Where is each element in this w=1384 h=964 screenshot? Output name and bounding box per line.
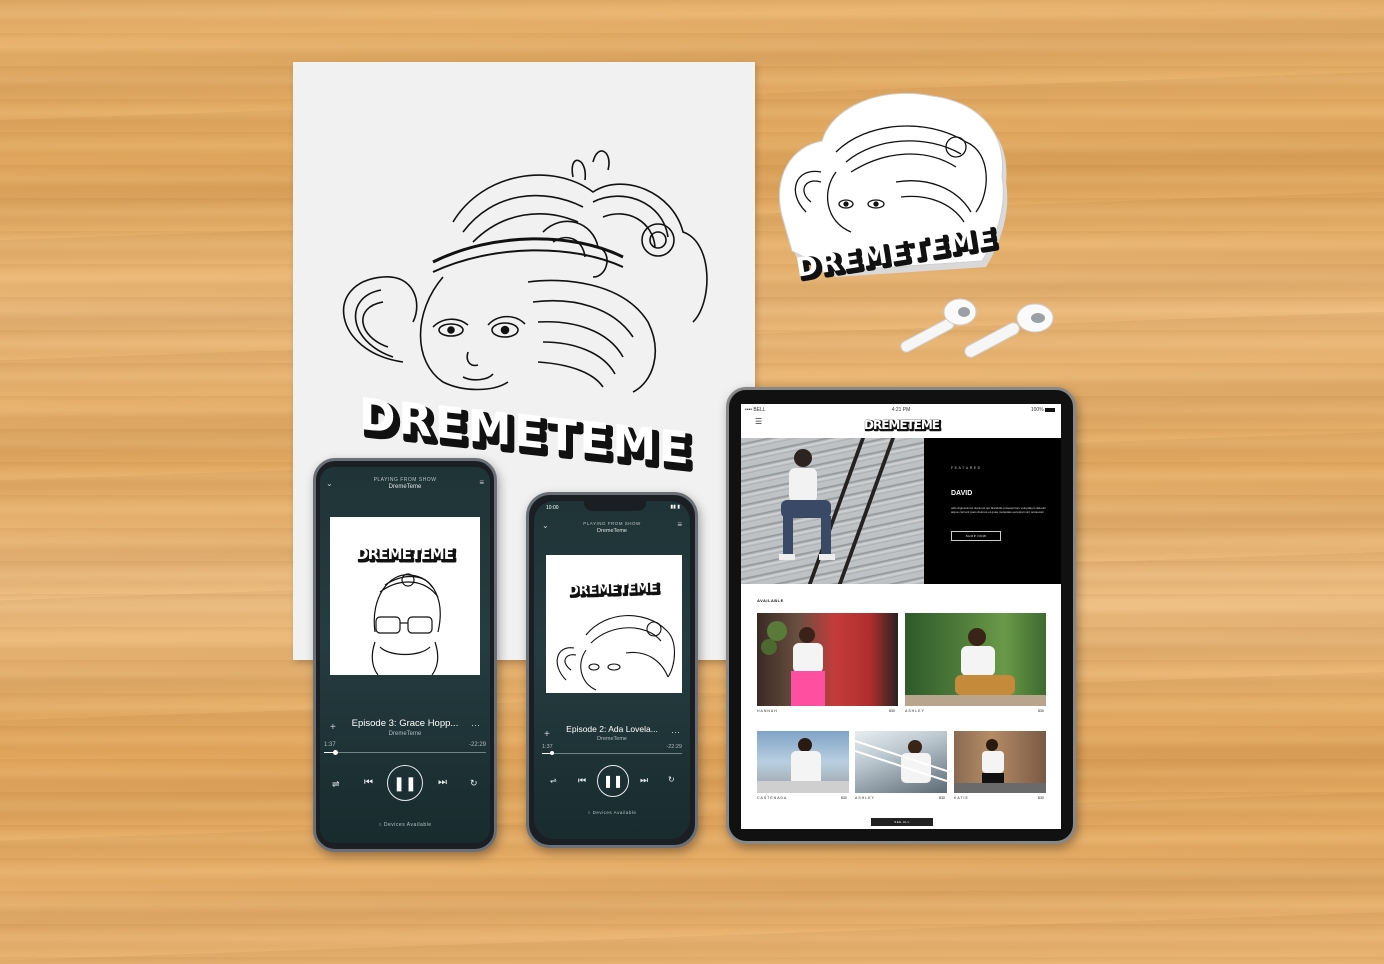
elapsed-time: 1:37 bbox=[542, 744, 553, 750]
product-photo[interactable] bbox=[854, 731, 948, 793]
site-logo[interactable]: DREMETEME DREMETEME bbox=[856, 416, 946, 434]
featured-blurb: odio dignissimos ducimus qui blanditiis … bbox=[951, 506, 1046, 515]
elapsed-time: 1:37 bbox=[324, 742, 336, 748]
queue-icon[interactable]: ≡ bbox=[677, 520, 682, 529]
progress-track[interactable] bbox=[542, 753, 682, 754]
sticker: DREMETEME DREMETEME bbox=[776, 92, 1012, 289]
progress-knob[interactable] bbox=[550, 751, 554, 755]
devices-label[interactable]: ○ Devices Available bbox=[320, 822, 490, 828]
battery-icon bbox=[1045, 407, 1055, 412]
queue-icon[interactable]: ≡ bbox=[479, 478, 484, 487]
featured-photo[interactable] bbox=[741, 438, 924, 584]
product-name: CASTENADA bbox=[757, 796, 788, 800]
product-price: $30 bbox=[841, 796, 847, 800]
show-name: DremeTeme bbox=[597, 528, 627, 534]
playing-from-label: PLAYING FROM SHOW bbox=[373, 477, 437, 483]
album-logo-text: DREMETEME bbox=[356, 545, 454, 563]
more-icon[interactable]: ⋯ bbox=[471, 720, 480, 731]
previous-icon[interactable]: ⏮ bbox=[364, 778, 373, 788]
album-art: DREMETEME DREMETEME bbox=[546, 555, 682, 693]
product-price: $30 bbox=[939, 796, 945, 800]
next-icon[interactable]: ⏭ bbox=[438, 778, 447, 788]
airpods bbox=[890, 290, 1060, 370]
menu-icon[interactable]: ☰ bbox=[755, 417, 762, 426]
shop-now-label: SHOP NOW bbox=[965, 534, 987, 538]
playing-from-label: PLAYING FROM SHOW bbox=[583, 521, 641, 526]
product-price: $30 bbox=[889, 709, 895, 713]
airpods-illustration bbox=[900, 298, 1054, 358]
featured-panel: FEATURED DAVID odio dignissimos ducimus … bbox=[924, 438, 1061, 584]
android-phone: ⌄ PLAYING FROM SHOW DremeTeme ≡ DREMETEM… bbox=[313, 458, 497, 852]
sticker-illustration: DREMETEME DREMETEME bbox=[778, 92, 1008, 289]
episode-title: Episode 3: Grace Hopp... bbox=[351, 718, 459, 729]
shuffle-icon[interactable]: ⇌ bbox=[332, 779, 340, 789]
episode-title: Episode 2: Ada Lovela... bbox=[566, 724, 658, 734]
ipad: •••• BELL 4:21 PM 100% ☰ DREMETEME DREME… bbox=[726, 387, 1076, 844]
see-all-label: SEE ALL bbox=[894, 820, 910, 824]
see-all-button[interactable]: SEE ALL bbox=[871, 818, 933, 826]
site-logo-text: DREMETEME bbox=[864, 418, 940, 432]
devices-text: Devices Available bbox=[592, 810, 637, 815]
album-art: DREMETEME DREMETEME bbox=[330, 517, 480, 676]
next-icon[interactable]: ⏭ bbox=[640, 775, 648, 785]
status-time: 4:21 PM bbox=[891, 407, 911, 413]
shop-screen: •••• BELL 4:21 PM 100% ☰ DREMETEME DREME… bbox=[741, 404, 1061, 829]
repeat-icon[interactable]: ↻ bbox=[668, 775, 675, 785]
pause-button[interactable]: ❚❚ bbox=[387, 765, 423, 801]
status-battery: 100% bbox=[1031, 407, 1055, 413]
featured-label: FEATURED bbox=[951, 466, 982, 470]
product-name: KATIE bbox=[954, 796, 969, 800]
devices-icon: ○ bbox=[378, 822, 383, 828]
player-screen: ⌄ PLAYING FROM SHOW DremeTeme ≡ DREMETEM… bbox=[320, 467, 490, 843]
product-name: ASHLEY bbox=[905, 709, 925, 713]
shuffle-icon[interactable]: ⇌ bbox=[550, 776, 557, 786]
battery-text: 100% bbox=[1030, 407, 1044, 413]
more-icon[interactable]: ⋯ bbox=[671, 727, 680, 738]
pause-icon: ❚❚ bbox=[393, 774, 417, 791]
remaining-time: -22:29 bbox=[666, 744, 682, 750]
iphone: 10:00 ▮▮ ▮ ⌄ PLAYING FROM SHOW DremeTeme… bbox=[526, 492, 698, 848]
status-time: 10:00 bbox=[546, 505, 559, 511]
progress-knob[interactable] bbox=[333, 750, 338, 755]
devices-text: Devices Available bbox=[383, 822, 432, 828]
product-photo[interactable] bbox=[757, 613, 898, 706]
devices-label[interactable]: ○ Devices Available bbox=[534, 810, 690, 815]
show-name: DremeTeme bbox=[388, 484, 422, 490]
album-logo-text: DREMETEME bbox=[568, 580, 658, 598]
devices-icon: ○ bbox=[587, 810, 591, 815]
featured-name: DAVID bbox=[951, 490, 973, 497]
progress-track[interactable] bbox=[324, 752, 486, 753]
product-name: HANNAH bbox=[757, 709, 778, 713]
product-name: ASHLEY bbox=[855, 796, 875, 800]
pause-icon: ❚❚ bbox=[602, 774, 624, 788]
repeat-icon[interactable]: ↻ bbox=[470, 778, 478, 788]
product-price: $30 bbox=[1038, 709, 1044, 713]
notch bbox=[584, 501, 646, 511]
previous-icon[interactable]: ⏮ bbox=[578, 775, 586, 785]
player-screen: 10:00 ▮▮ ▮ ⌄ PLAYING FROM SHOW DremeTeme… bbox=[534, 501, 690, 839]
product-photo[interactable] bbox=[954, 731, 1046, 793]
product-price: $30 bbox=[1038, 796, 1044, 800]
product-photo[interactable] bbox=[757, 731, 849, 793]
product-photo[interactable] bbox=[905, 613, 1046, 706]
available-heading: AVAILABLE bbox=[757, 598, 784, 603]
shop-now-button[interactable]: SHOP NOW bbox=[951, 531, 1001, 541]
remaining-time: -22:29 bbox=[468, 742, 486, 748]
status-icons: ▮▮ ▮ bbox=[670, 504, 680, 510]
pause-button[interactable]: ❚❚ bbox=[597, 765, 629, 797]
episode-artist: DremeTeme bbox=[597, 736, 627, 742]
episode-artist: DremeTeme bbox=[388, 731, 422, 737]
